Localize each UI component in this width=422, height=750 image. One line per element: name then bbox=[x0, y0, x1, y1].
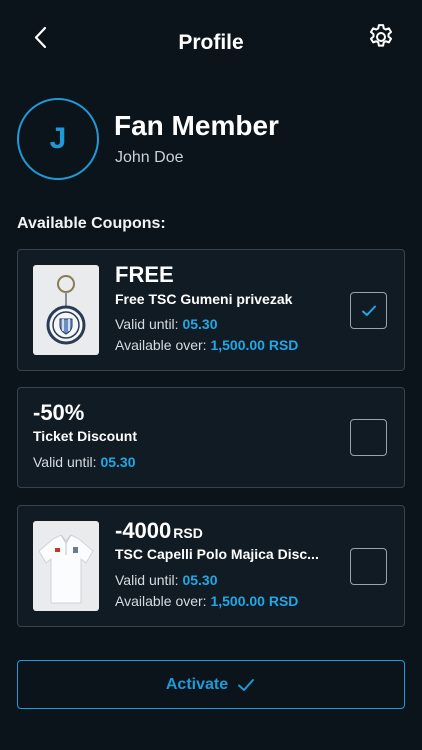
coupon-available-over: Available over: 1,500.00 RSD bbox=[115, 593, 298, 609]
coupon-valid-until: Valid until: 05.30 bbox=[115, 572, 218, 588]
coupon-checkbox-checked[interactable] bbox=[350, 292, 387, 329]
coupon-name: TSC Capelli Polo Majica Disc... bbox=[115, 546, 319, 562]
coupon-checkbox[interactable] bbox=[350, 548, 387, 585]
keychain-image bbox=[33, 265, 99, 355]
available-over-value: 1,500.00 RSD bbox=[210, 337, 299, 353]
coupon-card-keychain[interactable]: FREE Free TSC Gumeni privezak Valid unti… bbox=[17, 249, 405, 371]
coupon-name: Ticket Discount bbox=[33, 428, 137, 444]
polo-shirt-image bbox=[33, 521, 99, 611]
coupon-valid-until: Valid until: 05.30 bbox=[33, 454, 136, 470]
valid-until-label: Valid until: bbox=[115, 572, 179, 588]
valid-until-label: Valid until: bbox=[115, 316, 179, 332]
coupon-value-amount: -4000 bbox=[115, 518, 172, 543]
valid-until-value: 05.30 bbox=[182, 572, 218, 588]
settings-button[interactable] bbox=[366, 22, 396, 52]
avatar: J bbox=[17, 98, 99, 180]
coupon-value: -4000 RSD bbox=[115, 518, 203, 544]
coupon-available-over: Available over: 1,500.00 RSD bbox=[115, 337, 298, 353]
member-name: John Doe bbox=[115, 149, 184, 166]
activate-button[interactable]: Activate bbox=[17, 660, 405, 709]
available-over-label: Available over: bbox=[115, 593, 207, 609]
member-title: Fan Member bbox=[114, 110, 279, 141]
gear-icon bbox=[370, 24, 392, 47]
valid-until-value: 05.30 bbox=[182, 316, 218, 332]
activate-label: Activate bbox=[165, 675, 229, 693]
coupon-card-ticket[interactable]: -50% Ticket Discount Valid until: 05.30 bbox=[17, 387, 405, 488]
header: Profile bbox=[0, 0, 422, 80]
coupon-valid-until: Valid until: 05.30 bbox=[115, 316, 218, 332]
valid-until-label: Valid until: bbox=[33, 454, 97, 470]
checkmark-icon bbox=[361, 305, 376, 316]
available-over-label: Available over: bbox=[115, 337, 207, 353]
valid-until-value: 05.30 bbox=[100, 454, 136, 470]
coupon-value: -50% bbox=[33, 400, 85, 425]
coupon-name: Free TSC Gumeni privezak bbox=[115, 291, 293, 307]
page-title: Profile bbox=[178, 31, 244, 54]
section-title-coupons: Available Coupons: bbox=[17, 215, 166, 232]
checkmark-icon bbox=[238, 678, 255, 691]
coupon-value-unit: RSD bbox=[173, 525, 203, 541]
coupon-card-polo[interactable]: -4000 RSD TSC Capelli Polo Majica Disc...… bbox=[17, 505, 405, 627]
coupon-value: FREE bbox=[115, 262, 174, 287]
available-over-value: 1,500.00 RSD bbox=[210, 593, 299, 609]
coupon-checkbox[interactable] bbox=[350, 419, 387, 456]
